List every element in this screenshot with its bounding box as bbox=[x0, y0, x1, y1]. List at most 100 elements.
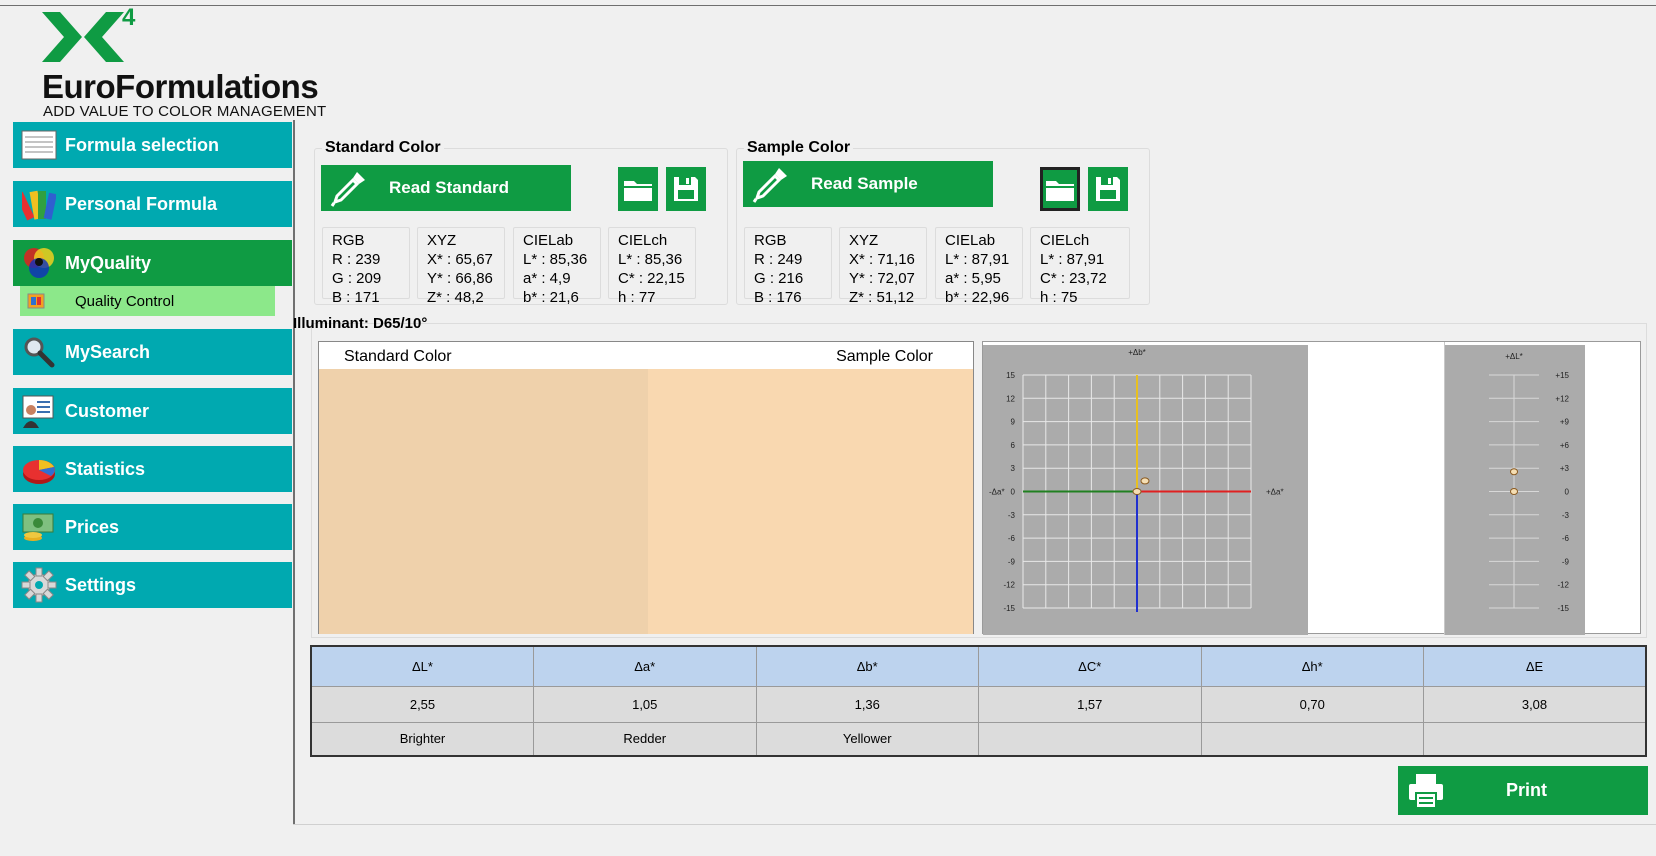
color-fan-icon bbox=[19, 186, 59, 222]
standard-lch-box: CIELch L* : 85,36 C* : 22,15 h : 77 bbox=[608, 227, 696, 306]
brand-tagline: ADD VALUE TO COLOR MANAGEMENT bbox=[43, 103, 327, 120]
read-sample-button[interactable]: Read Sample bbox=[743, 161, 993, 207]
sidebar-subitem-quality-control[interactable]: Quality Control bbox=[20, 286, 275, 316]
read-standard-button[interactable]: Read Standard bbox=[321, 165, 571, 211]
l-tick-label: -6 bbox=[1562, 534, 1570, 543]
delta-h-header: Δh* bbox=[1200, 645, 1424, 688]
l-tick-label: +3 bbox=[1560, 464, 1570, 473]
standard-xyz-title: XYZ bbox=[427, 232, 457, 249]
open-standard-button[interactable] bbox=[618, 167, 658, 211]
delta-c-header: ΔC* bbox=[978, 645, 1202, 688]
sidebar-item-label: Prices bbox=[65, 516, 120, 537]
sample-lab-box: CIELab L* : 87,91 a* : 5,95 b* : 22,96 bbox=[935, 227, 1023, 306]
ab-tick-label: -3 bbox=[1008, 511, 1016, 520]
printer-icon bbox=[1409, 773, 1443, 809]
sidebar-item-label: Customer bbox=[65, 400, 150, 421]
sidebar-item-statistics[interactable]: Statistics bbox=[13, 446, 292, 492]
delta-ab-plot: 15 12 9 6 3 0 -3 -6 -9 -12 -15 +Δb* +Δa* -Δa* bbox=[989, 348, 1284, 613]
ab-tick-label: 6 bbox=[1011, 441, 1016, 450]
ab-tick-label: -15 bbox=[1003, 604, 1015, 613]
delta-c-verdict bbox=[978, 721, 1202, 757]
sidebar-item-mysearch[interactable]: MySearch bbox=[13, 329, 292, 375]
formula-list-icon bbox=[19, 127, 59, 163]
ab-tick-label: -6 bbox=[1008, 534, 1016, 543]
sample-xyz-box: XYZ X* : 71,16 Y* : 72,07 Z* : 51,12 bbox=[839, 227, 927, 306]
standard-lab-l: L* : 85,36 bbox=[523, 251, 588, 268]
standard-lab-box: CIELab L* : 85,36 a* : 4,9 b* : 21,6 bbox=[513, 227, 601, 306]
read-standard-label: Read Standard bbox=[389, 178, 509, 197]
sample-swatch-label: Sample Color bbox=[836, 348, 933, 365]
delta-table: ΔL* Δa* Δb* ΔC* Δh* ΔE 2,55 1,05 1,36 1,… bbox=[310, 645, 1647, 757]
sidebar-item-label: MyQuality bbox=[65, 252, 152, 273]
standard-rgb-b: B : 171 bbox=[332, 289, 380, 306]
floppy-disk-icon bbox=[674, 177, 698, 201]
sidebar-item-myquality[interactable]: MyQuality bbox=[13, 240, 292, 286]
standard-xyz-z: Z* : 48,2 bbox=[427, 289, 484, 306]
standard-rgb-box: RGB R : 239 G : 209 B : 171 bbox=[322, 227, 410, 306]
sample-color-swatch bbox=[648, 369, 973, 634]
sample-lab-l: L* : 87,91 bbox=[945, 251, 1010, 268]
open-sample-button[interactable] bbox=[1040, 167, 1080, 211]
ab-tick-label: -12 bbox=[1003, 581, 1015, 590]
sample-lch-h: h : 75 bbox=[1040, 289, 1078, 306]
standard-lab-title: CIELab bbox=[523, 232, 574, 249]
standard-lch-h: h : 77 bbox=[618, 289, 656, 306]
standard-lch-title: CIELch bbox=[618, 232, 668, 249]
l-tick-label: +6 bbox=[1560, 441, 1570, 450]
window-top-line bbox=[0, 5, 1656, 6]
l-tick-label: +12 bbox=[1555, 394, 1569, 403]
folder-icon bbox=[1046, 181, 1074, 201]
sidebar-item-prices[interactable]: Prices bbox=[13, 504, 292, 550]
l-point-1 bbox=[1510, 468, 1518, 476]
standard-rgb-g: G : 209 bbox=[332, 270, 382, 287]
print-button[interactable]: Print bbox=[1398, 766, 1648, 815]
save-standard-button[interactable] bbox=[666, 167, 706, 211]
delta-a-header: Δa* bbox=[533, 645, 757, 688]
standard-xyz-box: XYZ X* : 65,67 Y* : 66,86 Z* : 48,2 bbox=[417, 227, 505, 306]
illuminant-title: Illuminant: D65/10° bbox=[293, 315, 428, 332]
l-tick-label: +15 bbox=[1555, 371, 1569, 380]
sample-rgb-r: R : 249 bbox=[754, 251, 803, 268]
ab-tick-label: 15 bbox=[1006, 371, 1015, 380]
save-sample-button[interactable] bbox=[1088, 167, 1128, 211]
brand-name: EuroFormulations bbox=[42, 68, 319, 105]
delta-b-header: Δb* bbox=[755, 645, 979, 688]
sample-lch-c: C* : 23,72 bbox=[1040, 270, 1107, 287]
delta-a-value: 1,05 bbox=[533, 686, 757, 723]
sidebar-item-customer[interactable]: Customer bbox=[13, 388, 292, 434]
l-tick-label: -12 bbox=[1557, 581, 1569, 590]
ab-tick-label: 3 bbox=[1011, 464, 1016, 473]
l-tick-label: -9 bbox=[1562, 557, 1570, 566]
delta-b-verdict: Yellower bbox=[755, 721, 979, 757]
sample-rgb-b: B : 176 bbox=[754, 289, 802, 306]
l-point-0 bbox=[1510, 488, 1518, 495]
ab-xlabel-neg: -Δa* bbox=[989, 488, 1005, 497]
sample-lab-b: b* : 22,96 bbox=[945, 289, 1010, 306]
sample-lab-a: a* : 5,95 bbox=[945, 270, 1001, 287]
eyedropper-icon bbox=[752, 168, 787, 203]
brand-superscript: 4 bbox=[122, 4, 136, 31]
sidebar-item-personal-formula[interactable]: Personal Formula bbox=[13, 181, 292, 227]
sidebar-item-label: Statistics bbox=[65, 458, 146, 479]
sample-rgb-g: G : 216 bbox=[754, 270, 804, 287]
l-tick-label: +9 bbox=[1560, 418, 1570, 427]
sample-xyz-x: X* : 71,16 bbox=[849, 251, 915, 268]
color-circles-icon bbox=[19, 245, 59, 281]
sample-lch-box: CIELch L* : 87,91 C* : 23,72 h : 75 bbox=[1030, 227, 1130, 306]
delta-verdict-row: Brighter Redder Yellower bbox=[310, 721, 1647, 757]
delta-b-value: 1,36 bbox=[755, 686, 979, 723]
delta-a-verdict: Redder bbox=[533, 721, 757, 757]
standard-rgb-title: RGB bbox=[332, 232, 365, 249]
sample-lch-l: L* : 87,91 bbox=[1040, 251, 1105, 268]
ab-point-0 bbox=[1132, 488, 1142, 495]
sidebar-item-settings[interactable]: Settings bbox=[13, 562, 292, 608]
sidebar-item-formula-selection[interactable]: Formula selection bbox=[13, 122, 292, 168]
sidebar-item-label: Formula selection bbox=[65, 134, 220, 155]
delta-l-header: ΔL* bbox=[310, 645, 534, 688]
customer-card-icon bbox=[19, 393, 59, 429]
delta-values-row: 2,55 1,05 1,36 1,57 0,70 3,08 bbox=[310, 686, 1647, 723]
delta-e-verdict bbox=[1423, 721, 1647, 757]
sidebar-item-label: MySearch bbox=[65, 341, 151, 362]
delta-l-plot: +15 +12 +9 +6 +3 0 -3 -6 -9 -12 -15 +ΔL* bbox=[1489, 352, 1570, 613]
pie-chart-icon bbox=[19, 451, 59, 487]
